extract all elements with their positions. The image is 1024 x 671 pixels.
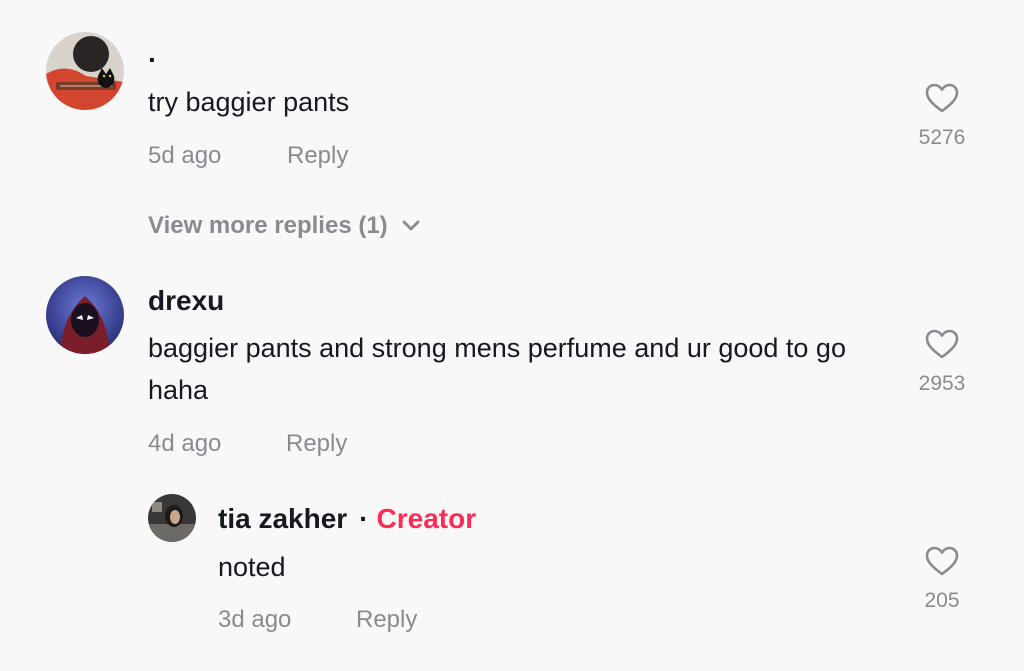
like-button[interactable]: 5276 (902, 82, 982, 150)
comment-timestamp: 4d ago (148, 430, 222, 457)
commenter-avatar[interactable] (46, 32, 124, 110)
like-button[interactable]: 2953 (902, 328, 982, 396)
view-more-replies-label: View more replies (1) (148, 212, 388, 239)
user-photo-icon (148, 494, 196, 542)
creator-badge: Creator (376, 503, 477, 534)
view-more-replies-button[interactable]: View more replies (1) (148, 212, 420, 240)
black-cat-guitar-icon (46, 32, 124, 110)
spider-hero-icon (46, 276, 124, 354)
comment-username[interactable]: drexu (148, 285, 224, 317)
reply-username-row: tia zakher · Creator (218, 503, 476, 535)
heart-outline-icon (925, 329, 959, 359)
reply-timestamp: 3d ago (218, 606, 292, 633)
like-count: 205 (924, 589, 960, 612)
comment-timestamp: 5d ago (148, 142, 222, 169)
heart-outline-icon (925, 83, 959, 113)
replier-avatar[interactable] (148, 494, 196, 542)
comment-list: · try baggier pants 5d ago Reply 5276 Vi… (0, 0, 1024, 671)
reply-button[interactable]: Reply (356, 606, 417, 634)
reply-username[interactable]: tia zakher (218, 503, 347, 534)
reply-text: noted (218, 552, 286, 582)
separator-dot: · (359, 503, 369, 534)
comment-username[interactable]: · (148, 44, 157, 76)
reply-button[interactable]: Reply (286, 430, 347, 458)
like-count: 2953 (918, 372, 966, 395)
like-count: 5276 (918, 126, 966, 149)
comment-text: try baggier pants (148, 87, 350, 117)
comment-text: baggier pants and strong mens perfume an… (148, 333, 846, 405)
commenter-avatar[interactable] (46, 276, 124, 354)
reply-button[interactable]: Reply (287, 142, 348, 170)
heart-outline-icon (925, 546, 959, 576)
chevron-down-icon (402, 220, 420, 231)
like-button[interactable]: 205 (902, 545, 982, 613)
